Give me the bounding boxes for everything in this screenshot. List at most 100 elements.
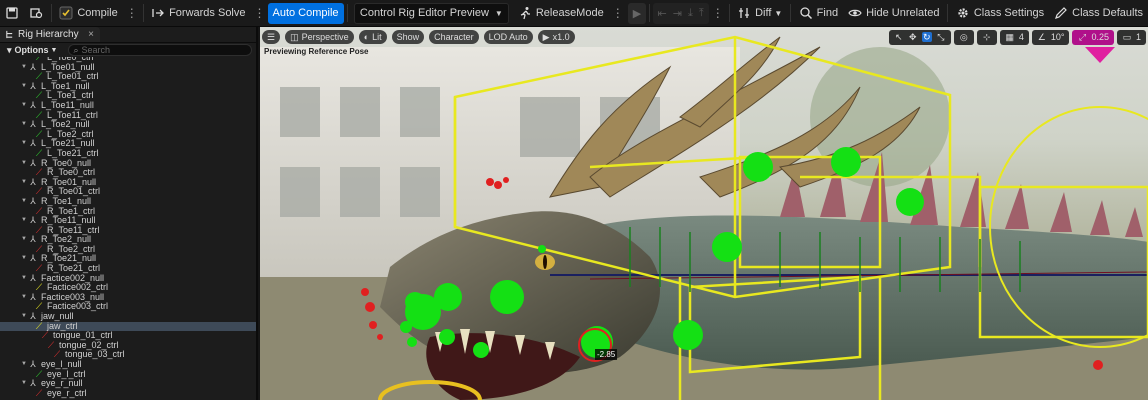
tree-row[interactable]: ⟋ jaw_ctrl bbox=[0, 321, 256, 332]
tree-row[interactable]: ⟋ eye_r_ctrl bbox=[0, 387, 256, 399]
browse-button[interactable] bbox=[24, 3, 48, 24]
find-button[interactable]: Find bbox=[794, 3, 843, 24]
tree-row[interactable]: ⟋ Factice003_ctrl bbox=[0, 302, 256, 312]
globe-icon: ◎ bbox=[959, 32, 968, 42]
forwards-solve-button[interactable]: Forwards Solve bbox=[146, 3, 250, 24]
coordinate-space-button[interactable]: ◎ bbox=[953, 29, 974, 45]
expand-arrow-icon[interactable]: ▼ bbox=[20, 178, 28, 188]
lit-button[interactable]: ◐ Lit bbox=[358, 30, 387, 44]
viewport[interactable]: ☰ ◫ Perspective ◐ Lit Show Character LOD… bbox=[260, 27, 1148, 400]
character-button[interactable]: Character bbox=[429, 30, 479, 44]
expand-arrow-icon[interactable]: ▼ bbox=[20, 293, 28, 303]
tree-row[interactable]: ⟋ Factice002_ctrl bbox=[0, 283, 256, 293]
expand-arrow-icon[interactable]: ▼ bbox=[20, 139, 28, 149]
tree-row[interactable]: ⟋ L_Toe1_ctrl bbox=[0, 91, 256, 101]
save-button[interactable] bbox=[0, 3, 24, 24]
expand-arrow-icon[interactable]: ▼ bbox=[20, 82, 28, 92]
chevron-down-icon: ▼ bbox=[774, 8, 783, 18]
running-man-icon bbox=[520, 7, 530, 20]
camera-icon: ▭ bbox=[1122, 32, 1132, 42]
surface-snap-button[interactable]: ⊹ bbox=[976, 29, 997, 45]
release-mode-label: ReleaseMode bbox=[535, 7, 604, 19]
step-back-icon[interactable]: ⇤ bbox=[658, 7, 667, 20]
tree-row[interactable]: ⟋ R_Toe2_ctrl bbox=[0, 244, 256, 255]
compile-button[interactable]: Compile bbox=[54, 3, 122, 24]
tree-row[interactable]: ⟋ L_Toe21_ctrl bbox=[0, 148, 256, 159]
preview-instance-dropdown[interactable]: Control Rig Editor Preview ▼ bbox=[353, 2, 509, 24]
tree-row[interactable]: ⟋ L_Toe2_ctrl bbox=[0, 129, 256, 140]
close-icon[interactable]: × bbox=[88, 29, 94, 40]
play-button[interactable]: ▶ bbox=[627, 2, 647, 24]
tree-row[interactable]: ⟋ tongue_03_ctrl bbox=[0, 350, 256, 360]
perspective-icon: ◫ bbox=[290, 31, 299, 42]
options-dropdown[interactable]: ▾ Options ▼ bbox=[4, 45, 60, 56]
release-mode-button[interactable]: ReleaseMode bbox=[513, 3, 609, 24]
tree-row[interactable]: ⟋ R_Toe21_ctrl bbox=[0, 263, 256, 274]
release-mode-options-icon[interactable]: ⋮ bbox=[609, 6, 626, 20]
viewport-right-tools: ↖ ✥ ↻ ⤡ ◎ ⊹ ▦ 4 ∠ 10° ⤢ 0.25 ▭ 1 bbox=[886, 29, 1146, 45]
hamburger-icon: ☰ bbox=[267, 31, 276, 42]
perspective-label: Perspective bbox=[301, 32, 349, 42]
expand-arrow-icon[interactable]: ▼ bbox=[20, 120, 28, 130]
tree-row[interactable]: ⟋ eye_l_ctrl bbox=[0, 369, 256, 380]
hide-unrelated-button[interactable]: Hide Unrelated bbox=[843, 3, 944, 24]
search-placeholder: Search bbox=[81, 45, 111, 55]
preview-status-text: Previewing Reference Pose bbox=[264, 47, 369, 56]
scale-snap-button[interactable]: ⤢ 0.25 bbox=[1072, 29, 1114, 45]
pencil-icon bbox=[1055, 7, 1067, 19]
camera-speed-button[interactable]: ▭ 1 bbox=[1116, 29, 1146, 45]
move-icon[interactable]: ✥ bbox=[908, 32, 918, 42]
tree-row[interactable]: ⟋ R_Toe01_ctrl bbox=[0, 187, 256, 197]
show-button[interactable]: Show bbox=[391, 30, 425, 44]
tree-row[interactable]: ⟋ L_Toe11_ctrl bbox=[0, 110, 256, 121]
tree-row[interactable]: ⟋ tongue_01_ctrl bbox=[0, 331, 256, 341]
rig-hierarchy-tab[interactable]: Rig Hierarchy × bbox=[0, 27, 100, 42]
rotation-snap-button[interactable]: ∠ 10° bbox=[1031, 29, 1070, 45]
perspective-button[interactable]: ◫ Perspective bbox=[285, 30, 354, 44]
lit-label: Lit bbox=[372, 32, 382, 42]
class-defaults-button[interactable]: Class Defaults bbox=[1049, 3, 1148, 24]
step-controls: ⇤ ⇥ ⤓ ⤒ bbox=[652, 2, 709, 24]
scale-snap-value: 0.25 bbox=[1091, 32, 1109, 42]
auto-compile-toggle[interactable]: Auto Compile bbox=[267, 2, 344, 24]
compile-options-icon[interactable]: ⋮ bbox=[123, 6, 140, 20]
camera-speed-value: 1 bbox=[1135, 32, 1141, 42]
show-label: Show bbox=[396, 32, 420, 42]
select-icon[interactable]: ↖ bbox=[894, 32, 904, 42]
expand-arrow-icon[interactable]: ▼ bbox=[20, 216, 28, 226]
character-label: Character bbox=[434, 32, 474, 42]
expand-arrow-icon[interactable]: ▼ bbox=[20, 197, 28, 207]
forwards-solve-options-icon[interactable]: ⋮ bbox=[251, 6, 268, 20]
viewport-menu-button[interactable]: ☰ bbox=[262, 30, 281, 44]
forwards-solve-label: Forwards Solve bbox=[169, 7, 246, 19]
hierarchy-search-input[interactable]: ⌕ Search bbox=[68, 44, 252, 56]
eye-hidden-icon bbox=[848, 9, 862, 17]
rotate-icon[interactable]: ↻ bbox=[921, 32, 932, 42]
step-out-icon[interactable]: ⤒ bbox=[699, 7, 704, 20]
step-over-icon[interactable]: ⇥ bbox=[673, 7, 682, 20]
tree-row[interactable]: ⟋ R_Toe0_ctrl bbox=[0, 168, 256, 178]
expand-arrow-icon[interactable]: ▼ bbox=[20, 312, 28, 322]
scale-icon[interactable]: ⤡ bbox=[936, 32, 946, 42]
diff-button[interactable]: Diff ▼ bbox=[732, 3, 787, 24]
control-icon: ⟋ bbox=[35, 387, 43, 398]
play-speed-button[interactable]: ▶ x1.0 bbox=[537, 30, 575, 44]
expand-arrow-icon[interactable]: ▼ bbox=[20, 159, 28, 169]
expand-arrow-icon[interactable]: ▼ bbox=[20, 101, 28, 111]
tree-row[interactable]: ⟋ tongue_02_ctrl bbox=[0, 340, 256, 351]
tree-row[interactable]: ⟋ L_Toe01_ctrl bbox=[0, 72, 256, 82]
step-into-icon[interactable]: ⤓ bbox=[688, 7, 693, 20]
gear-icon bbox=[958, 8, 968, 18]
expand-arrow-icon[interactable]: ▼ bbox=[20, 235, 28, 245]
grid-snap-button[interactable]: ▦ 4 bbox=[999, 29, 1029, 45]
expand-arrow-icon[interactable]: ▼ bbox=[20, 360, 28, 370]
tree-row[interactable]: ⟋ R_Toe11_ctrl bbox=[0, 225, 256, 236]
lod-button[interactable]: LOD Auto bbox=[483, 30, 533, 44]
expand-arrow-icon[interactable]: ▼ bbox=[20, 379, 28, 389]
expand-arrow-icon[interactable]: ▼ bbox=[20, 63, 28, 73]
class-settings-button[interactable]: Class Settings bbox=[951, 3, 1049, 24]
tree-row[interactable]: ⟋ R_Toe1_ctrl bbox=[0, 206, 256, 217]
expand-arrow-icon[interactable]: ▼ bbox=[20, 274, 28, 284]
expand-arrow-icon[interactable]: ▼ bbox=[20, 254, 28, 264]
debug-options-icon[interactable]: ⋮ bbox=[709, 6, 726, 20]
